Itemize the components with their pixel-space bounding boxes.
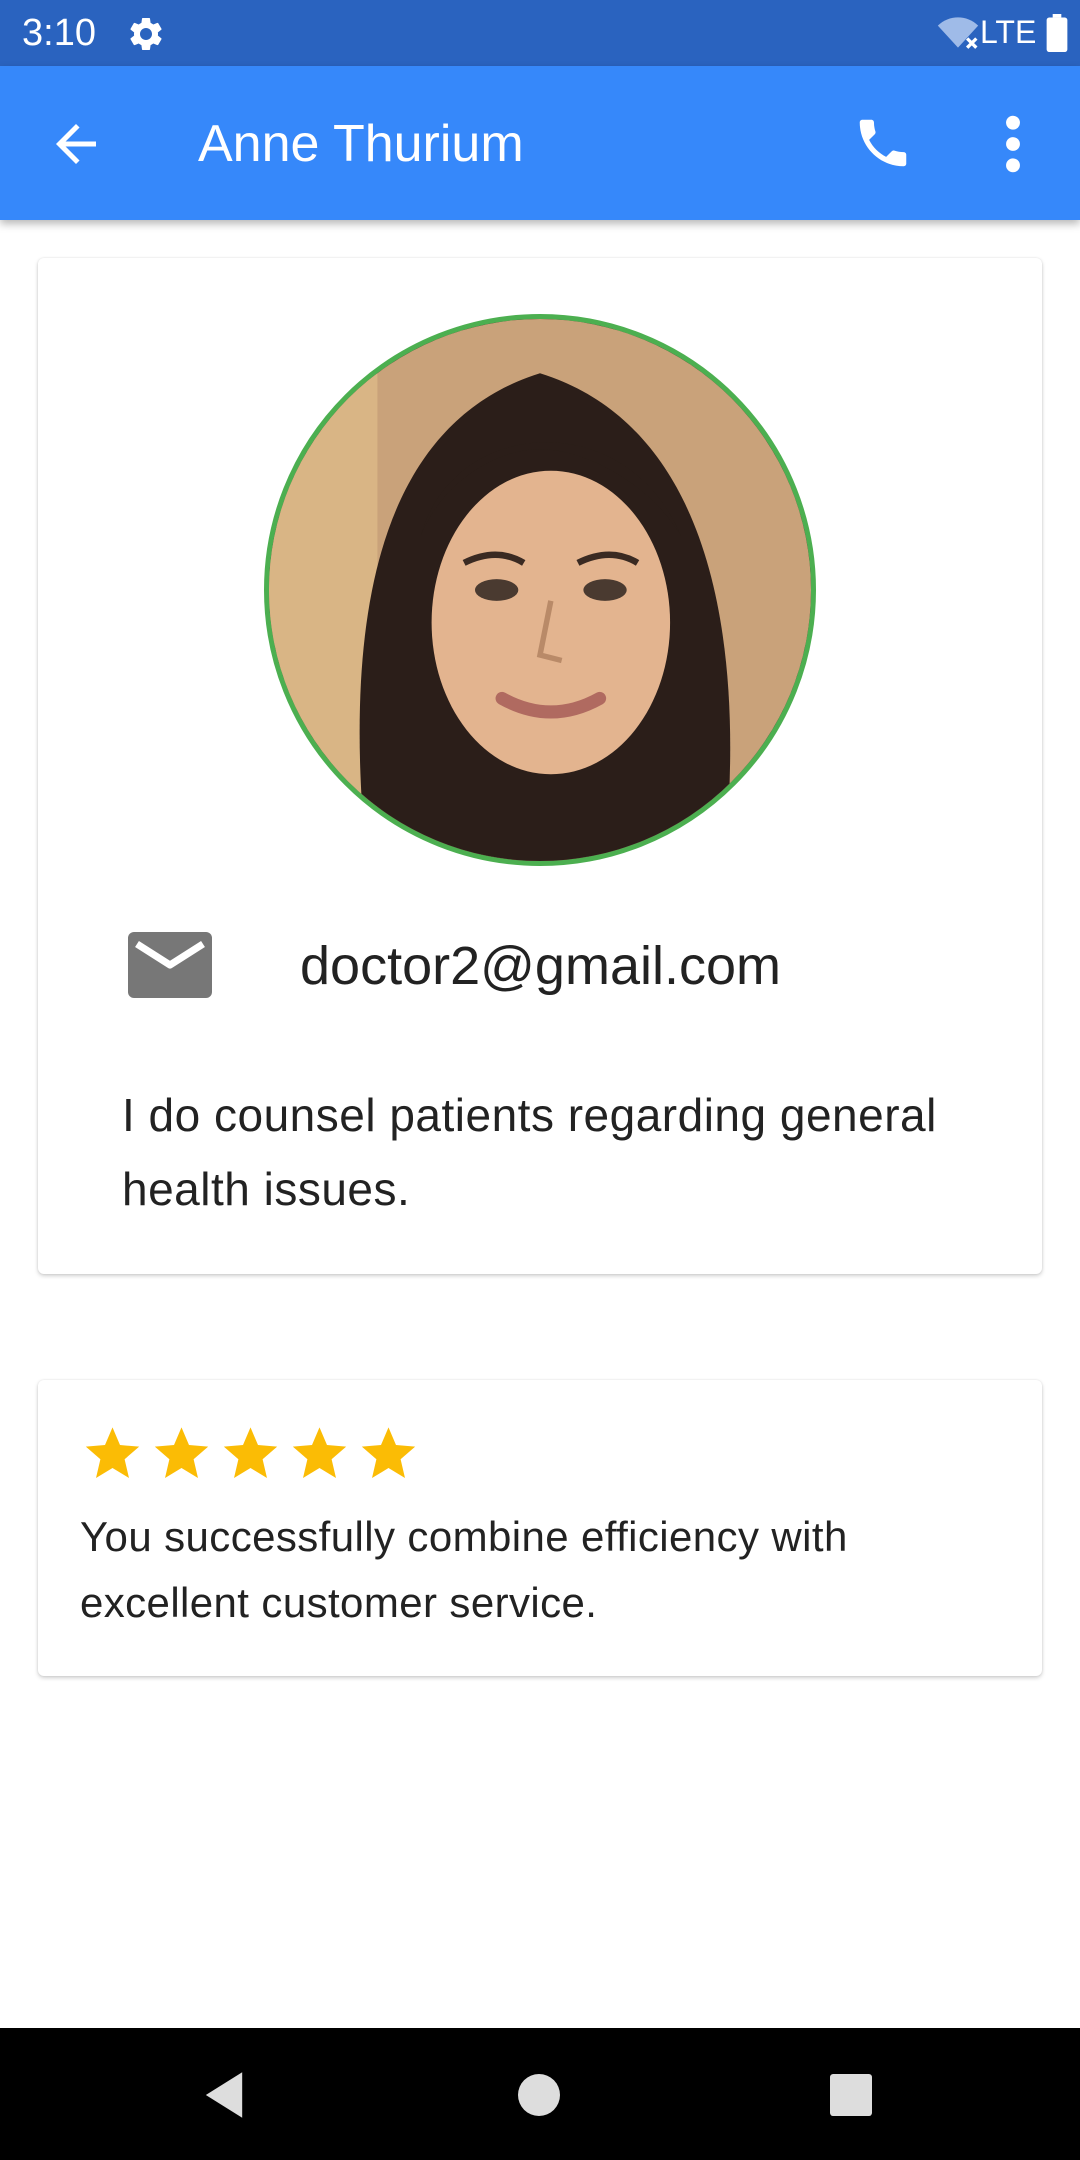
nav-home-icon[interactable]: [518, 2074, 560, 2116]
status-bar: 3:10 LTE: [0, 0, 1080, 66]
nav-recents-icon[interactable]: [830, 2074, 872, 2116]
avatar: [264, 314, 816, 866]
review-card: You successfully combine efficiency with…: [38, 1380, 1042, 1676]
avatar-photo: [269, 319, 811, 861]
star-icon: [361, 1427, 416, 1478]
star-icon: [223, 1427, 278, 1478]
doctor-bio: I do counsel patients regarding general …: [122, 1089, 937, 1215]
system-nav-bar: [0, 2028, 1080, 2160]
star-icon: [85, 1427, 140, 1478]
rating-stars: [78, 1422, 423, 1486]
profile-card: doctor2@gmail.com I do counsel patients …: [38, 258, 1042, 1274]
app-bar: Anne Thurium: [0, 66, 1080, 220]
review-text: You successfully combine efficiency with…: [80, 1513, 848, 1626]
settings-gear-icon: [130, 17, 162, 50]
phone-icon[interactable]: [852, 112, 914, 174]
star-icon: [292, 1427, 347, 1478]
network-type: LTE: [980, 14, 1037, 50]
page-title: Anne Thurium: [198, 115, 524, 173]
star-icon: [154, 1427, 209, 1478]
wifi-off-icon: [937, 17, 979, 49]
status-time: 3:10: [22, 12, 96, 54]
nav-back-icon[interactable]: [200, 2070, 248, 2120]
more-vert-icon[interactable]: [998, 112, 1028, 176]
email-address[interactable]: doctor2@gmail.com: [300, 934, 781, 998]
arrow-back-icon[interactable]: [46, 114, 106, 174]
mail-icon: [128, 932, 212, 998]
battery-icon: [1046, 14, 1068, 52]
